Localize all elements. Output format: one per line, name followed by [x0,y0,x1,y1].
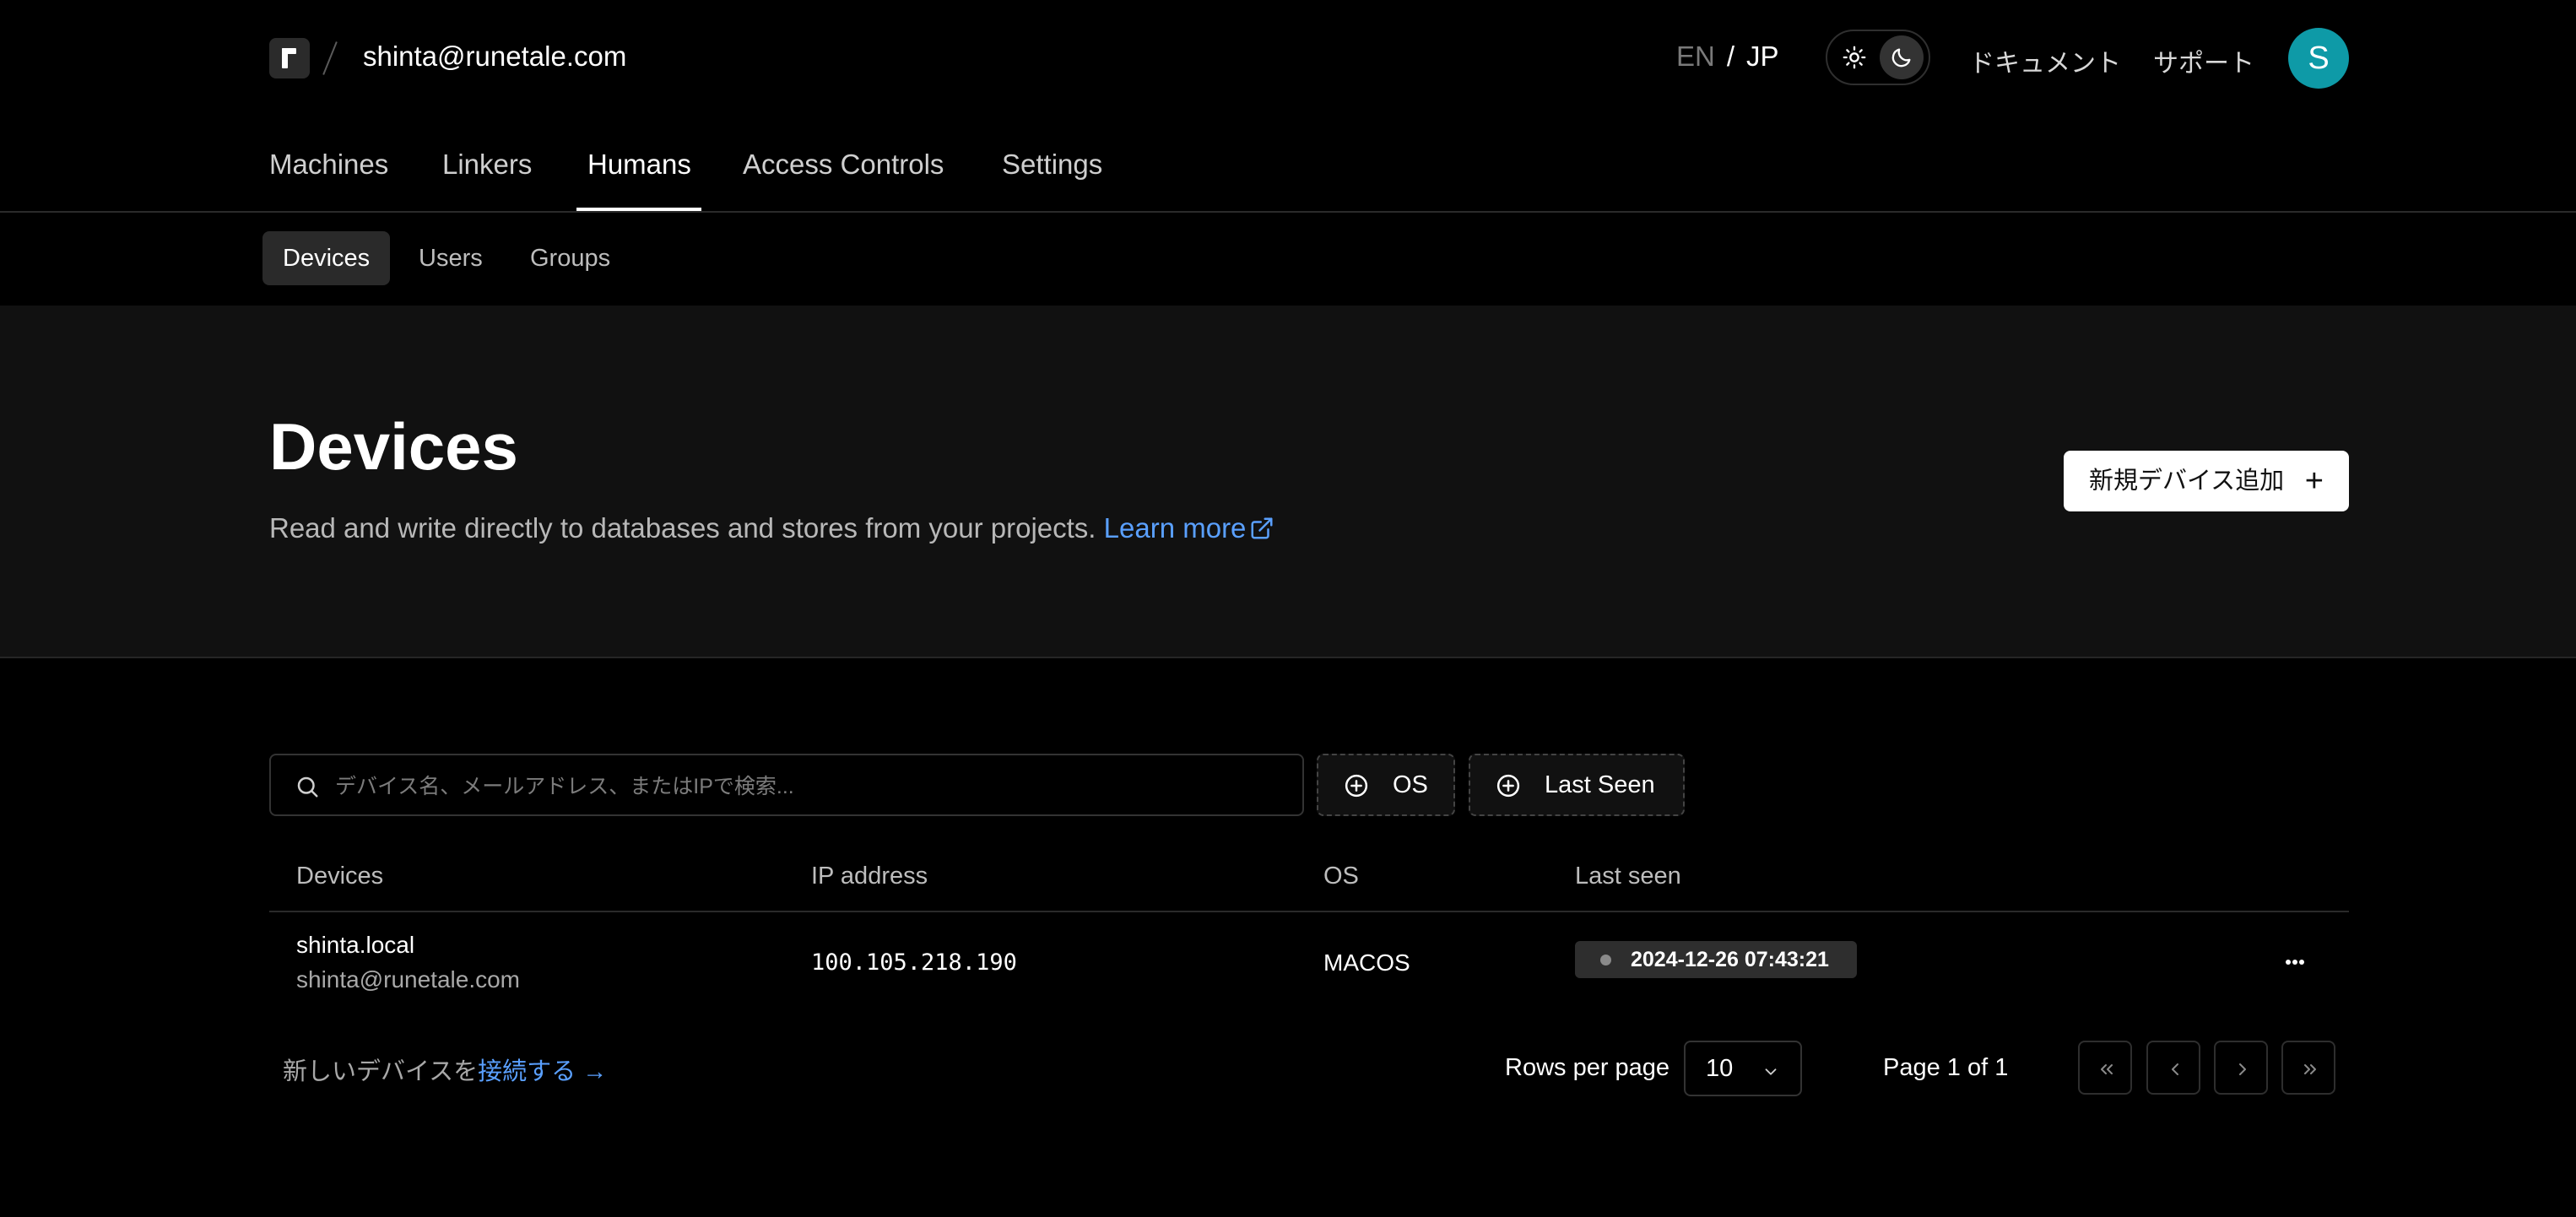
lang-separator: / [1726,41,1735,72]
app-root: shinta@runetale.com EN / JP ドキュメント サポート … [0,0,2576,1217]
tab-machines[interactable]: Machines [269,149,388,181]
tab-settings[interactable]: Settings [1002,149,1102,181]
column-header-os[interactable]: OS [1323,863,1359,890]
learn-more-link[interactable]: Learn more [1104,512,1275,544]
last-seen-value: 2024-12-26 07:43:21 [1631,948,1829,971]
dark-theme-button[interactable] [1880,35,1924,79]
add-device-button[interactable]: 新規デバイス追加 + [2064,451,2349,511]
search-icon [297,776,318,798]
moon-icon [1891,48,1911,68]
sub-nav: Devices Users Groups [0,213,2576,306]
plus-circle-icon [1345,774,1368,798]
more-icon-dot [2286,960,2291,965]
os-filter-label: OS [1393,771,1428,798]
chevron-right-icon [2239,1063,2246,1075]
header-divider [269,911,2349,912]
last-seen-badge: 2024-12-26 07:43:21 [1575,941,1857,978]
connect-device-hint: 新しいデバイスを接続する → [283,1052,607,1087]
avatar[interactable]: S [2288,28,2349,89]
device-os: MACOS [1323,949,1410,976]
add-device-label: 新規デバイス追加 [2089,468,2285,495]
support-link[interactable]: サポート [2153,42,2254,79]
account-switcher[interactable]: shinta@runetale.com [363,41,626,73]
next-page-button[interactable] [2214,1041,2268,1095]
last-page-button[interactable] [2281,1041,2335,1095]
language-switcher: EN / JP [1676,41,1779,73]
os-filter-button[interactable]: OS [1317,754,1455,816]
chevron-down-icon [1765,1068,1777,1075]
external-link-icon [1251,517,1273,539]
search-box [269,754,1304,816]
tab-humans[interactable]: Humans [587,149,691,181]
device-owner-email: shinta@runetale.com [296,966,521,993]
page-description: Read and write directly to databases and… [269,512,1274,544]
main-nav: Machines Linkers Humans Access Controls … [0,118,2576,213]
subtab-groups[interactable]: Groups [510,231,630,285]
device-ip: 100.105.218.190 [811,949,1017,976]
lang-en-option[interactable]: EN [1676,41,1715,72]
page-header: Devices Read and write directly to datab… [0,306,2576,658]
sun-icon [1843,46,1866,69]
connect-prefix: 新しいデバイスを [283,1058,479,1085]
more-icon-dot [2299,960,2304,965]
connect-device-link[interactable]: 接続する → [478,1058,607,1085]
logo-icon[interactable] [269,38,310,78]
tab-access-controls[interactable]: Access Controls [743,149,944,181]
column-header-devices[interactable]: Devices [296,863,383,890]
more-icon-dot [2292,960,2297,965]
light-theme-button[interactable] [1832,35,1876,79]
chevron-left-icon [2172,1063,2178,1075]
search-input[interactable] [333,767,1282,806]
tab-linkers[interactable]: Linkers [442,149,532,181]
plus-circle-icon [1496,774,1520,798]
status-dot [1600,955,1611,965]
chevrons-left-icon [2101,1064,2113,1074]
subtab-devices[interactable]: Devices [262,231,391,285]
device-name[interactable]: shinta.local [296,932,414,959]
rows-per-page-select[interactable]: 10 [1684,1041,1802,1096]
description-text: Read and write directly to databases and… [269,512,1096,544]
chevrons-right-icon [2304,1064,2316,1074]
row-actions-button[interactable] [2279,947,2311,977]
rows-per-page-label: Rows per page [1505,1054,1670,1081]
column-header-ip[interactable]: IP address [811,863,928,890]
page-indicator: Page 1 of 1 [1883,1054,2009,1081]
theme-toggle [1826,30,1930,85]
learn-more-label: Learn more [1103,512,1247,544]
lang-jp-option[interactable]: JP [1746,41,1779,72]
last-seen-filter-button[interactable]: Last Seen [1469,754,1685,816]
top-bar: shinta@runetale.com EN / JP ドキュメント サポート … [0,0,2576,118]
last-seen-filter-label: Last Seen [1545,771,1655,798]
plus-icon: + [2304,463,2324,499]
page-title: Devices [269,409,518,484]
docs-link[interactable]: ドキュメント [1969,42,2121,79]
previous-page-button[interactable] [2146,1041,2200,1095]
subtab-users[interactable]: Users [398,231,503,285]
breadcrumb-separator [322,41,338,75]
column-header-last-seen[interactable]: Last seen [1575,863,1681,890]
active-tab-indicator [576,208,701,211]
rows-per-page-value: 10 [1706,1055,1734,1082]
first-page-button[interactable] [2078,1041,2132,1095]
